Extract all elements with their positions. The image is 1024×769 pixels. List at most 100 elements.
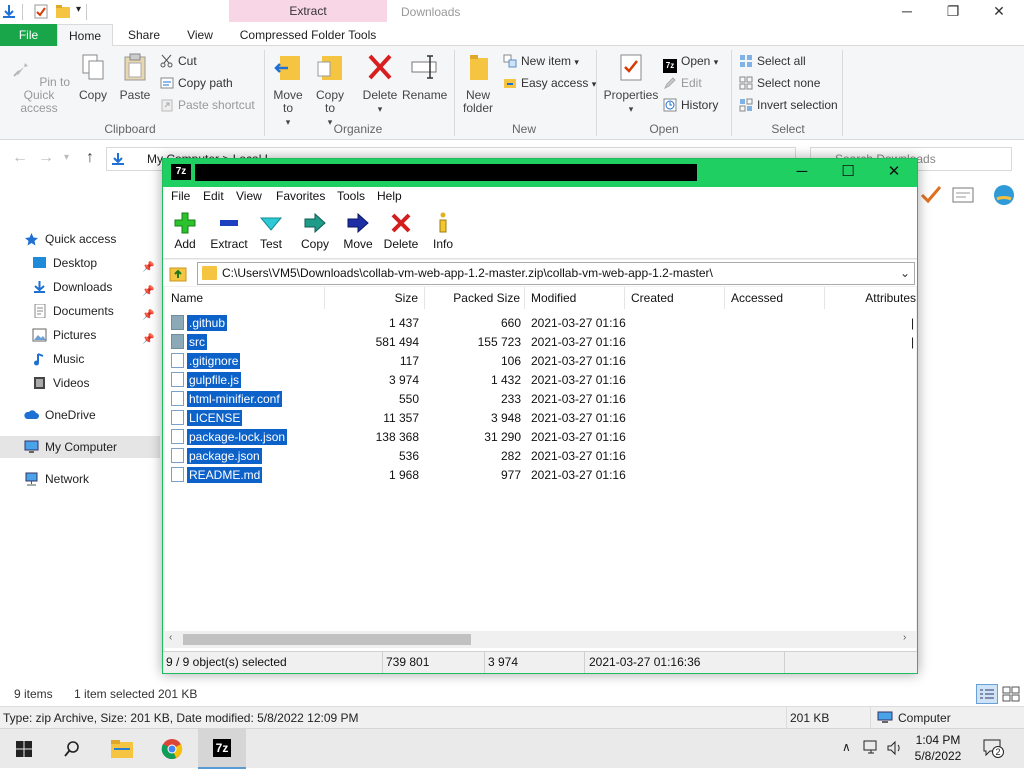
new-item-button[interactable]: New item ▾	[503, 52, 579, 70]
horizontal-scrollbar[interactable]: ‹ ›	[165, 631, 916, 648]
rename-button[interactable]: Rename	[402, 52, 447, 102]
info-button[interactable]: Info	[421, 211, 465, 251]
window-icon[interactable]	[952, 187, 974, 203]
scrollbar-thumb[interactable]	[183, 634, 471, 645]
properties-check-icon[interactable]	[34, 4, 48, 19]
new-folder-button[interactable]: New folder	[458, 52, 498, 115]
invert-selection-button[interactable]: Invert selection	[739, 96, 838, 114]
up-folder-icon[interactable]	[169, 264, 187, 282]
nav-item-my-computer[interactable]: My Computer	[0, 436, 160, 458]
action-center-button[interactable]: 2	[982, 738, 1004, 758]
scroll-left-arrow-icon[interactable]: ‹	[169, 632, 172, 643]
easy-access-button[interactable]: Easy access ▾	[503, 74, 596, 92]
tab-compressed-folder-tools[interactable]: Compressed Folder Tools	[229, 24, 387, 46]
menu-file[interactable]: File	[171, 189, 190, 203]
select-all-button[interactable]: Select all	[739, 52, 806, 70]
table-row[interactable]: src 581 494 155 723 2021-03-27 01:16 |	[165, 333, 916, 352]
table-row[interactable]: gulpfile.js 3 974 1 432 2021-03-27 01:16	[165, 371, 916, 390]
move-button[interactable]: Move	[336, 211, 380, 251]
nav-item-music[interactable]: Music	[0, 348, 160, 370]
history-button[interactable]: History	[663, 96, 718, 114]
sevenzip-maximize-button[interactable]: ☐	[825, 159, 871, 187]
table-row[interactable]: html-minifier.conf 550 233 2021-03-27 01:16	[165, 390, 916, 409]
pin-to-quick-access-button[interactable]: Pin to Quick access	[4, 52, 74, 115]
nav-item-pictures[interactable]: Pictures 📌	[0, 324, 160, 346]
scroll-right-arrow-icon[interactable]: ›	[903, 632, 906, 643]
table-row[interactable]: .github 1 437 660 2021-03-27 01:16 |	[165, 314, 916, 333]
properties-button[interactable]: Properties ▾	[602, 52, 660, 116]
taskbar-chrome[interactable]	[148, 729, 196, 769]
minimize-button[interactable]: ─	[884, 0, 930, 24]
nav-item-downloads[interactable]: Downloads 📌	[0, 276, 160, 298]
tab-home[interactable]: Home	[57, 24, 113, 46]
path-dropdown-chevron-icon[interactable]: ⌄	[900, 263, 910, 284]
column-header-attributes[interactable]: Attributes	[825, 287, 916, 309]
extract-button[interactable]: Extract	[207, 211, 251, 251]
menu-tools[interactable]: Tools	[337, 189, 365, 203]
tab-view[interactable]: View	[178, 24, 222, 46]
nav-item-desktop[interactable]: Desktop 📌	[0, 252, 160, 274]
globe-icon[interactable]	[992, 183, 1016, 207]
copy-to-button[interactable]: Copy to ▾	[312, 52, 348, 129]
nav-item-quick-access[interactable]: Quick access	[0, 228, 160, 250]
copy-path-button[interactable]: Copy path	[160, 74, 233, 92]
new-folder-icon[interactable]	[56, 4, 70, 19]
column-header-name[interactable]: Name	[165, 287, 325, 309]
column-header-accessed[interactable]: Accessed	[725, 287, 825, 309]
menu-help[interactable]: Help	[377, 189, 402, 203]
nav-item-onedrive[interactable]: OneDrive	[0, 404, 160, 426]
start-button[interactable]	[0, 729, 48, 769]
taskbar-7zip[interactable]: 7z	[198, 729, 246, 769]
recent-chevron-icon[interactable]: ▾	[64, 152, 69, 163]
table-row[interactable]: LICENSE 11 357 3 948 2021-03-27 01:16	[165, 409, 916, 428]
large-icons-view-icon[interactable]	[1002, 686, 1020, 702]
tab-share[interactable]: Share	[120, 24, 168, 46]
column-header-packed-size[interactable]: Packed Size	[425, 287, 525, 309]
nav-item-network[interactable]: Network	[0, 468, 160, 490]
delete-button[interactable]: Delete	[379, 211, 423, 251]
copy-button[interactable]: Copy	[293, 211, 337, 251]
search-button[interactable]	[48, 729, 96, 769]
tab-file[interactable]: File	[0, 24, 57, 46]
table-row[interactable]: .gitignore 117 106 2021-03-27 01:16	[165, 352, 916, 371]
maximize-button[interactable]: ❐	[930, 0, 976, 24]
back-arrow-icon[interactable]: ←	[12, 149, 28, 167]
taskbar-clock[interactable]: 1:04 PM 5/8/2022	[908, 732, 968, 764]
column-header-created[interactable]: Created	[625, 287, 725, 309]
column-header-modified[interactable]: Modified	[525, 287, 625, 309]
check-mark-icon[interactable]	[920, 185, 942, 205]
sevenzip-title-bar[interactable]: 7z ─ ☐ ✕	[163, 159, 917, 187]
cut-button[interactable]: Cut	[160, 52, 197, 70]
tray-overflow-chevron-icon[interactable]: ∧	[842, 740, 851, 754]
sevenzip-close-button[interactable]: ✕	[871, 159, 917, 187]
menu-edit[interactable]: Edit	[203, 189, 224, 203]
copy-button[interactable]: Copy	[76, 52, 110, 102]
column-header-size[interactable]: Size	[325, 287, 425, 309]
close-button[interactable]: ✕	[976, 0, 1022, 24]
table-row[interactable]: README.md 1 968 977 2021-03-27 01:16	[165, 466, 916, 485]
open-button[interactable]: 7z Open ▾	[663, 52, 718, 73]
down-arrow-icon[interactable]	[2, 4, 16, 19]
select-none-button[interactable]: Select none	[739, 74, 820, 92]
nav-item-videos[interactable]: Videos	[0, 372, 160, 394]
delete-button[interactable]: Delete ▾	[360, 52, 400, 116]
taskbar-file-explorer[interactable]	[98, 729, 146, 769]
sevenzip-minimize-button[interactable]: ─	[779, 159, 825, 187]
test-button[interactable]: Test	[249, 211, 293, 251]
volume-icon[interactable]	[886, 740, 904, 756]
menu-favorites[interactable]: Favorites	[276, 189, 325, 203]
network-tray-icon[interactable]	[862, 740, 880, 756]
up-arrow-icon[interactable]: ↑	[86, 149, 94, 167]
table-row[interactable]: package-lock.json 138 368 31 290 2021-03-27…	[165, 428, 916, 447]
edit-button[interactable]: Edit	[663, 74, 702, 92]
details-view-icon[interactable]	[976, 684, 998, 704]
paste-shortcut-button[interactable]: Paste shortcut	[160, 96, 255, 114]
nav-item-documents[interactable]: Documents 📌	[0, 300, 160, 322]
table-row[interactable]: package.json 536 282 2021-03-27 01:16	[165, 447, 916, 466]
qa-customize-chevron-icon[interactable]: ▾	[76, 4, 81, 15]
paste-button[interactable]: Paste	[118, 52, 152, 102]
move-to-button[interactable]: Move to ▾	[270, 52, 306, 129]
context-tab-extract[interactable]: Extract	[229, 0, 387, 22]
add-button[interactable]: Add	[163, 211, 207, 251]
forward-arrow-icon[interactable]: →	[38, 149, 54, 167]
